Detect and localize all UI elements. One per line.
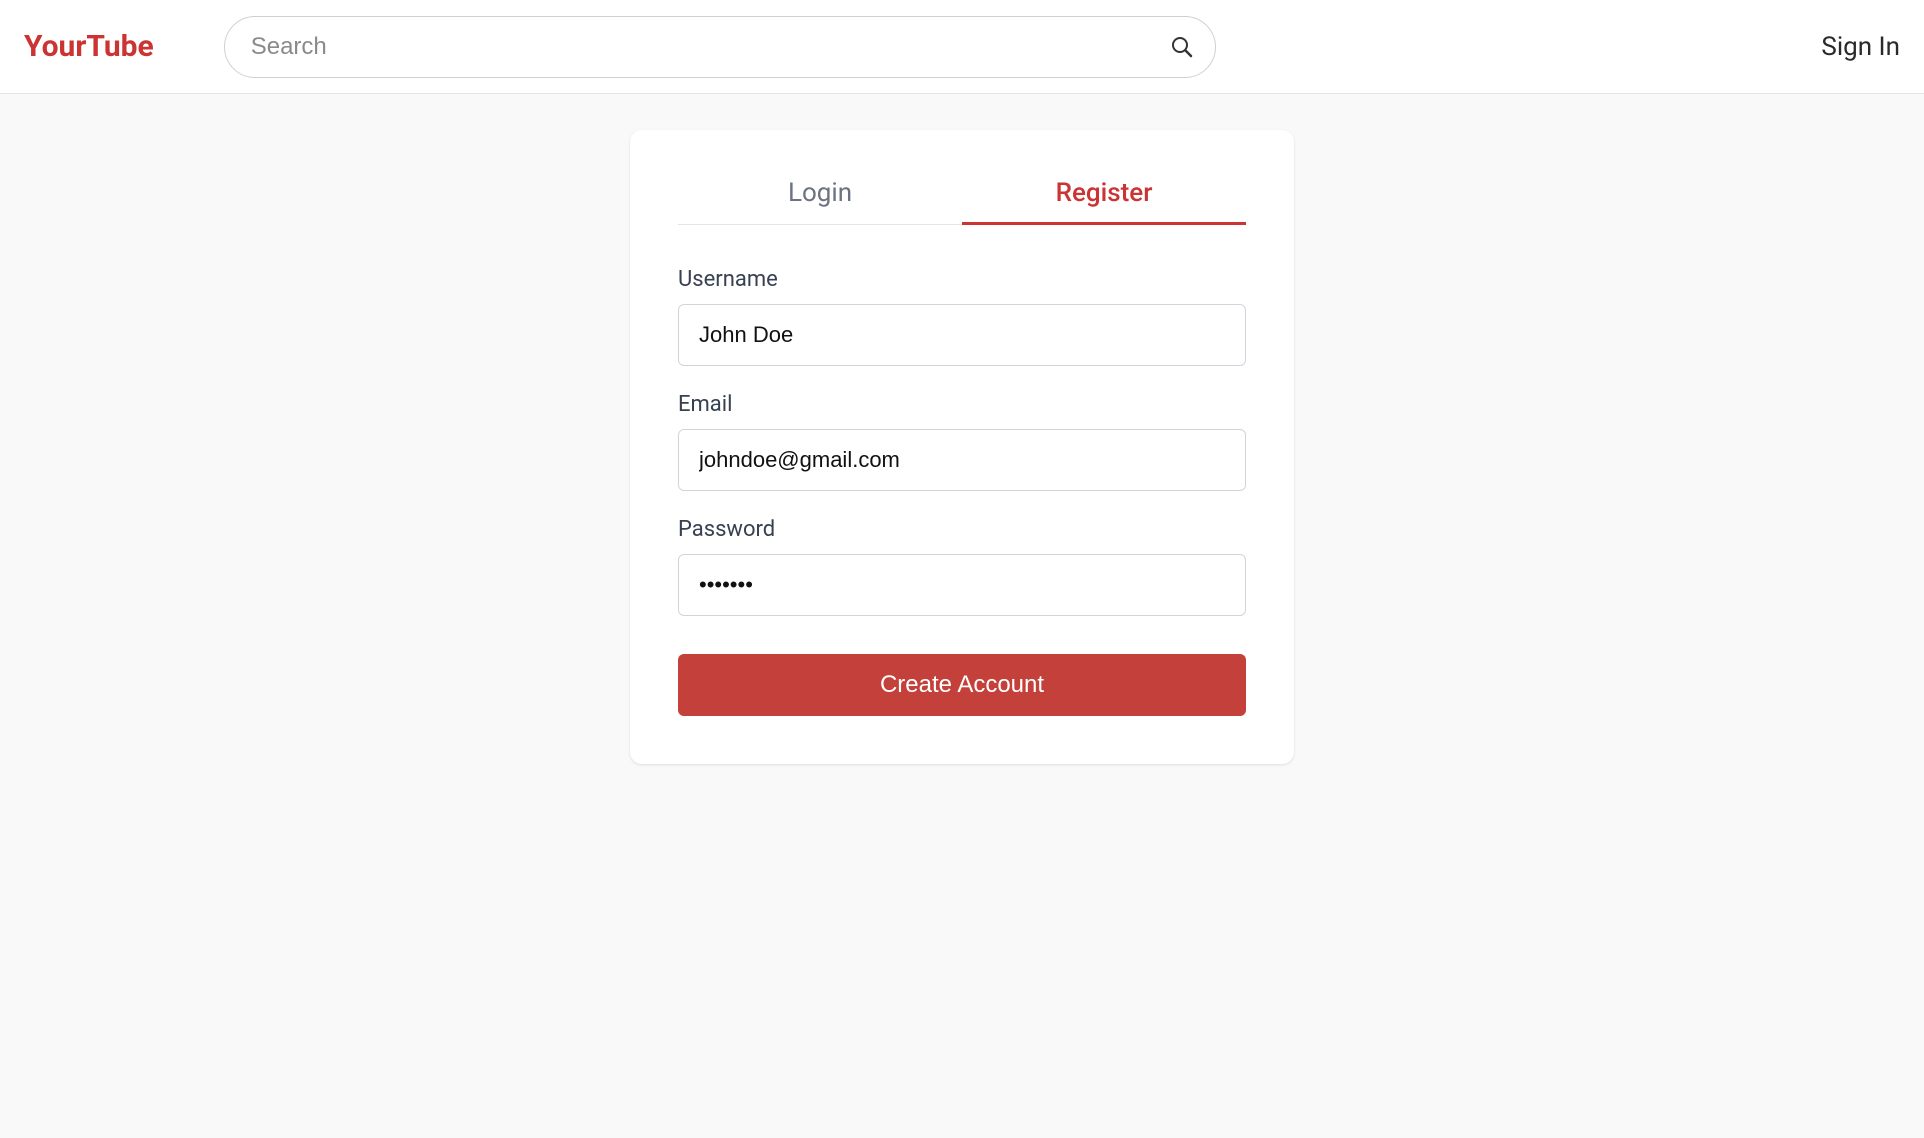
password-field: Password — [678, 517, 1246, 616]
email-label: Email — [678, 392, 1246, 417]
tab-login[interactable]: Login — [678, 178, 962, 225]
email-input[interactable] — [678, 429, 1246, 491]
password-label: Password — [678, 517, 1246, 542]
email-field: Email — [678, 392, 1246, 491]
username-label: Username — [678, 267, 1246, 292]
username-field: Username — [678, 267, 1246, 366]
search-input[interactable] — [224, 16, 1216, 78]
logo[interactable]: YourTube — [24, 29, 154, 64]
main: Login Register Username Email Password C… — [0, 94, 1924, 764]
search-wrap — [224, 16, 1216, 78]
header: YourTube Sign In — [0, 0, 1924, 94]
auth-card: Login Register Username Email Password C… — [630, 130, 1294, 764]
username-input[interactable] — [678, 304, 1246, 366]
signin-link[interactable]: Sign In — [1731, 32, 1900, 62]
auth-tabs: Login Register — [678, 178, 1246, 225]
password-input[interactable] — [678, 554, 1246, 616]
create-account-button[interactable]: Create Account — [678, 654, 1246, 716]
tab-register[interactable]: Register — [962, 178, 1246, 225]
